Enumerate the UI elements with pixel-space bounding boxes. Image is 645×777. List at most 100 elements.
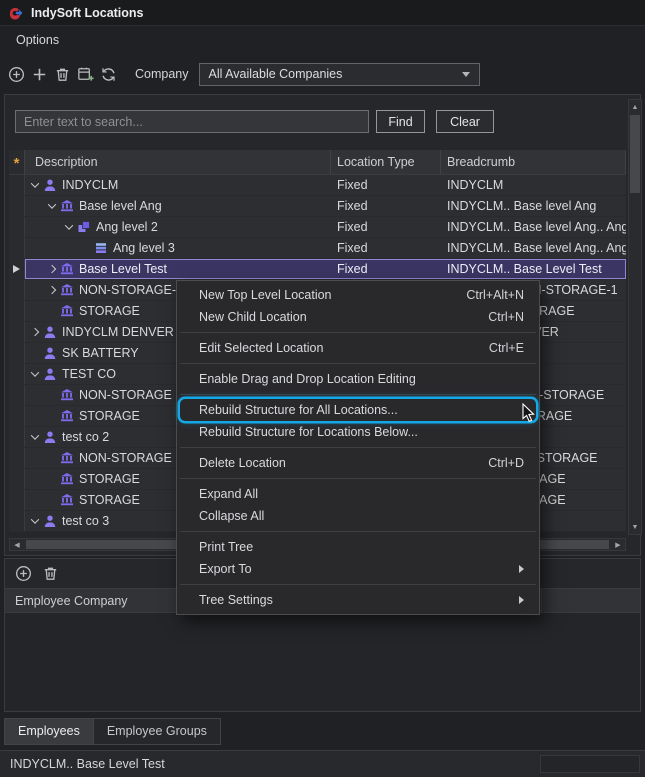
tree-row[interactable]: Ang level 3FixedINDYCLM.. Base level Ang… [9, 238, 626, 259]
location-type-cell: Fixed [331, 196, 441, 216]
add-circle-button[interactable] [6, 64, 27, 85]
location-icon [60, 451, 74, 465]
status-bar: INDYCLM.. Base Level Test [0, 750, 645, 777]
menu-item[interactable]: Expand All [180, 483, 536, 505]
location-name: test co 3 [62, 514, 109, 528]
add-calendar-button[interactable] [75, 64, 96, 85]
menu-item[interactable]: Collapse All [180, 505, 536, 527]
scroll-up-icon[interactable]: ▲ [629, 100, 641, 114]
chevron-down-icon[interactable] [61, 224, 77, 230]
menu-item[interactable]: New Child LocationCtrl+N [180, 306, 536, 328]
company-dropdown[interactable]: All Available Companies [199, 63, 480, 86]
tree-row[interactable]: Base Level TestFixedINDYCLM.. Base Level… [9, 259, 626, 280]
status-breadcrumb-text: INDYCLM.. Base Level Test [10, 751, 165, 777]
breadcrumb-cell: INDYCLM.. Base level Ang.. Ang level 3 [441, 238, 626, 258]
title-bar: IndySoft Locations [0, 0, 645, 26]
chevron-down-icon[interactable] [27, 434, 43, 440]
menu-item-shortcut: Ctrl+E [489, 341, 524, 355]
employee-delete-button[interactable] [40, 563, 61, 584]
scroll-left-icon[interactable]: ◀ [10, 539, 24, 550]
chevron-right-icon[interactable] [44, 266, 60, 272]
chevron-down-icon[interactable] [27, 371, 43, 377]
row-indicator-gutter [9, 385, 25, 405]
row-indicator-gutter [9, 343, 25, 363]
vertical-scrollbar-thumb[interactable] [630, 115, 640, 193]
vertical-scrollbar[interactable]: ▲ ▼ [628, 99, 642, 535]
menu-item[interactable]: Export To [180, 558, 536, 580]
breadcrumb-cell: INDYCLM.. Base Level Test [441, 259, 626, 279]
chevron-down-icon[interactable] [27, 518, 43, 524]
location-icon [60, 304, 74, 318]
row-indicator-gutter [9, 238, 25, 258]
menu-item[interactable]: New Top Level Location Ctrl+Alt+N [180, 284, 536, 306]
main-toolbar: Company All Available Companies [0, 54, 645, 94]
tree-row[interactable]: Base level AngFixedINDYCLM.. Base level … [9, 196, 626, 217]
row-indicator-gutter [9, 259, 25, 279]
tab-employee-groups[interactable]: Employee Groups [93, 718, 221, 745]
scroll-right-icon[interactable]: ▶ [611, 539, 625, 550]
add-calendar-icon [76, 65, 95, 84]
submenu-arrow-icon [519, 596, 524, 604]
row-indicator-gutter [9, 217, 25, 237]
location-icon [60, 283, 74, 297]
tree-row[interactable]: Ang level 2FixedINDYCLM.. Base level Ang… [9, 217, 626, 238]
menu-item-label: New Top Level Location [199, 288, 446, 302]
row-indicator-gutter [9, 322, 25, 342]
chevron-right-icon[interactable] [44, 287, 60, 293]
location-type-cell: Fixed [331, 175, 441, 195]
column-header-location-type[interactable]: Location Type [331, 150, 441, 174]
location-name: STORAGE [79, 472, 140, 486]
tree-row[interactable]: INDYCLMFixedINDYCLM [9, 175, 626, 196]
menu-options[interactable]: Options [10, 30, 65, 50]
menu-item-shortcut: Ctrl+Alt+N [466, 288, 524, 302]
location-name: NON-STORAGE-1 [79, 283, 183, 297]
clear-button[interactable]: Clear [436, 110, 494, 133]
company-dropdown-value: All Available Companies [209, 67, 343, 81]
chevron-down-icon[interactable] [27, 182, 43, 188]
column-header-breadcrumb[interactable]: Breadcrumb [441, 150, 626, 174]
menu-item[interactable]: Print Tree [180, 536, 536, 558]
menu-item[interactable]: Delete LocationCtrl+D [180, 452, 536, 474]
location-name: STORAGE [79, 304, 140, 318]
location-name: INDYCLM [62, 178, 118, 192]
menu-item-label: Expand All [199, 487, 524, 501]
menu-item[interactable]: Edit Selected Location Ctrl+E [180, 337, 536, 359]
row-indicator-gutter [9, 427, 25, 447]
row-indicator-gutter [9, 301, 25, 321]
employee-add-circle-button[interactable] [13, 563, 34, 584]
refresh-button[interactable] [98, 64, 119, 85]
location-name: STORAGE [79, 409, 140, 423]
menu-item-label: Edit Selected Location [199, 341, 469, 355]
chevron-down-icon [462, 72, 470, 77]
breadcrumb-cell: INDYCLM [441, 175, 626, 195]
company-icon [43, 178, 57, 192]
menu-item[interactable]: Tree Settings [180, 589, 536, 611]
menu-item[interactable]: Rebuild Structure for All Locations... [180, 399, 536, 421]
location-type-cell: Fixed [331, 238, 441, 258]
description-cell: Ang level 2 [25, 217, 331, 237]
search-input[interactable] [15, 110, 369, 133]
location-name: Base level Ang [79, 199, 162, 213]
menu-separator [180, 332, 536, 333]
chevron-right-icon[interactable] [27, 329, 43, 335]
status-bar-right-panel [540, 755, 640, 773]
tree-table-header: * Description Location Type Breadcrumb [9, 150, 626, 175]
delete-button[interactable] [52, 64, 73, 85]
menu-item[interactable]: Enable Drag and Drop Location Editing [180, 368, 536, 390]
delete-icon [53, 65, 72, 84]
find-button[interactable]: Find [376, 110, 425, 133]
company-icon [43, 430, 57, 444]
tab-employees[interactable]: Employees [4, 718, 94, 745]
add-circle-icon [14, 564, 33, 583]
menu-item[interactable]: Rebuild Structure for Locations Below... [180, 421, 536, 443]
context-menu: New Top Level Location Ctrl+Alt+N New Chil… [176, 280, 540, 615]
location-type-cell: Fixed [331, 259, 441, 279]
scroll-down-icon[interactable]: ▼ [629, 520, 641, 534]
description-cell: Ang level 3 [25, 238, 331, 258]
menu-item-label: Print Tree [199, 540, 524, 554]
chevron-down-icon[interactable] [44, 203, 60, 209]
location-name: Ang level 2 [96, 220, 158, 234]
add-button[interactable] [29, 64, 50, 85]
column-header-description[interactable]: Description [25, 150, 331, 174]
column-header-empty [542, 589, 640, 612]
